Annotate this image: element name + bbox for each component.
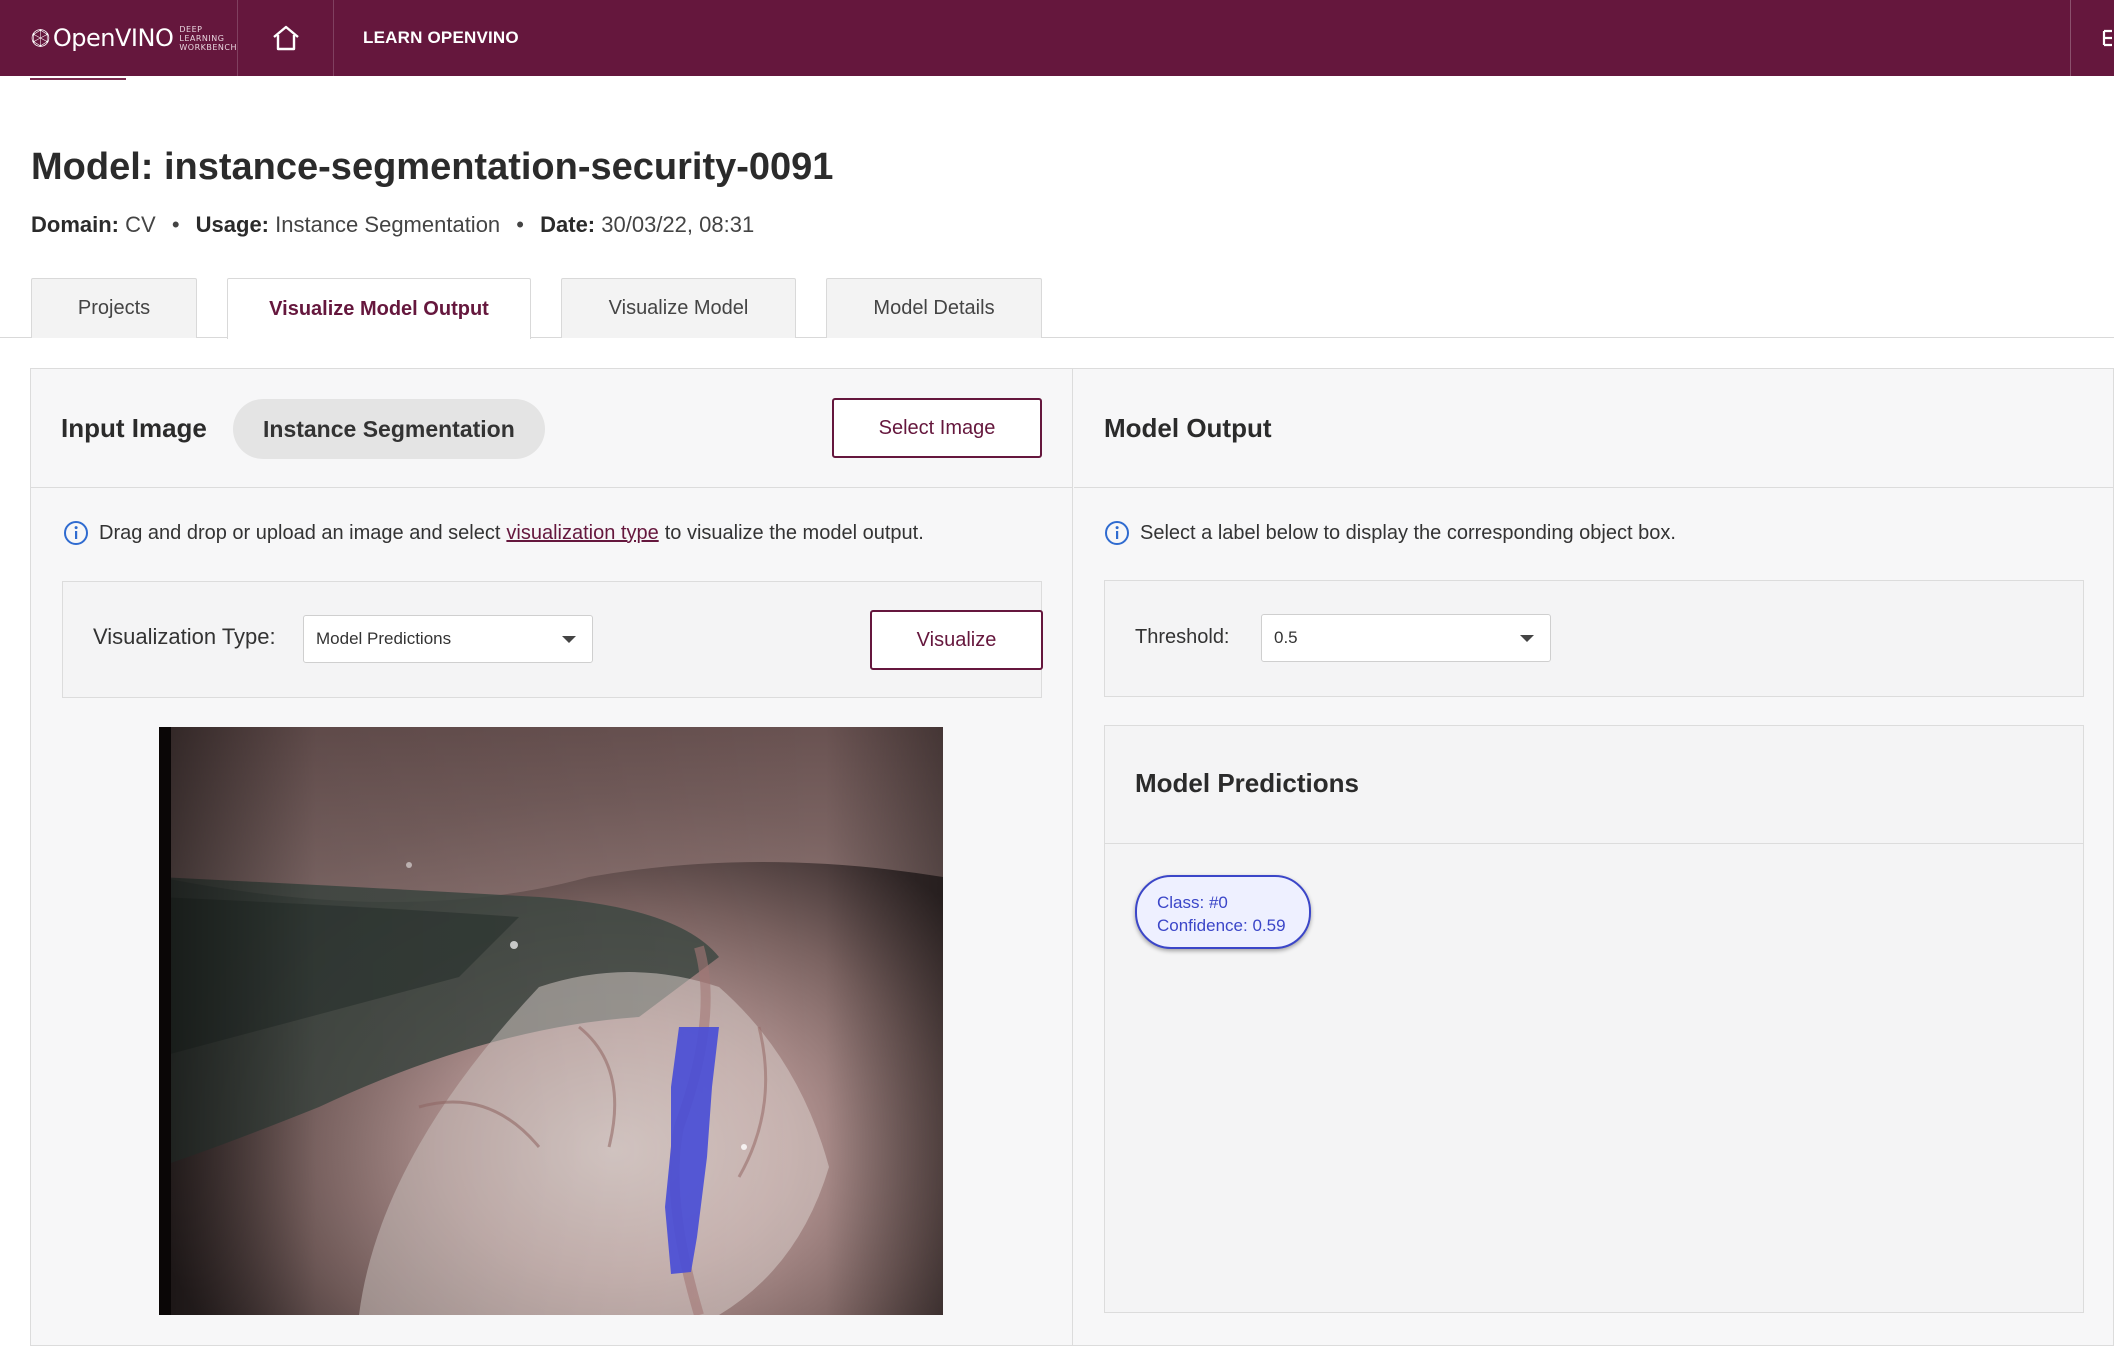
info-circle-icon [1105,521,1129,545]
info-circle-icon [64,521,88,545]
expand-icon[interactable] [2100,23,2114,53]
input-image-section: Input Image Instance Segmentation Select… [31,369,1073,1345]
domain-label: Domain: [31,212,119,237]
output-info-text: Select a label below to display the corr… [1140,521,1676,544]
top-app-bar: OpenVINO DEEP LEARNING WORKBENCH LEARN O… [0,0,2114,76]
prediction-class: Class: #0 [1157,893,1228,912]
brand-subtitle: DEEP LEARNING WORKBENCH [179,25,237,52]
home-button[interactable] [238,0,334,76]
brand-subtitle-line2: WORKBENCH [179,42,237,52]
breadcrumb [30,76,130,82]
caret-down-icon [562,636,576,643]
threshold-label: Threshold: [1135,626,1230,648]
input-image-preview[interactable] [159,727,943,1315]
prediction-chip[interactable]: Class: #0 Confidence: 0.59 [1135,875,1311,949]
date-label: Date: [540,212,596,237]
tab-model-details[interactable]: Model Details [826,278,1042,338]
meta-separator: • [516,212,524,237]
model-tabs: Projects Visualize Model Output Visualiz… [0,278,2114,339]
visualize-button[interactable]: Visualize [870,610,1043,670]
model-output-header: Model Output [1074,369,2114,488]
openvino-logo-icon [31,29,50,47]
domain-value: CV [125,212,156,237]
brand-name: OpenVINO [52,24,174,52]
select-image-button[interactable]: Select Image [832,398,1042,458]
predictions-list: Class: #0 Confidence: 0.59 [1105,845,2083,1305]
visualization-type-label: Visualization Type: [93,624,276,649]
visualization-type-value: Model Predictions [316,629,452,648]
input-image-header: Input Image Instance Segmentation Select… [31,369,1072,488]
caret-down-icon [1520,635,1534,642]
tab-projects[interactable]: Projects [31,278,197,338]
info-text-suffix: to visualize the model output. [664,521,924,544]
model-predictions-card: Model Predictions Class: #0 Confidence: … [1104,725,2084,1313]
visualization-type-link[interactable]: visualization type [506,522,658,545]
surgical-scene-image [159,727,943,1315]
breadcrumb-link-underline[interactable] [30,78,126,80]
prediction-confidence: Confidence: 0.59 [1157,916,1286,935]
visualization-type-select[interactable]: Model Predictions [303,615,593,663]
model-meta: Domain: CV • Usage: Instance Segmentatio… [31,212,754,238]
home-icon [272,25,299,51]
page-title: Model: instance-segmentation-security-00… [31,146,834,188]
model-output-title: Model Output [1104,413,1272,443]
topbar-overflow-area [2070,0,2114,76]
threshold-value: 0.5 [1274,628,1298,647]
brand-logo[interactable]: OpenVINO DEEP LEARNING WORKBENCH [0,0,238,76]
info-text-prefix: Drag and drop or upload an image and sel… [99,521,501,544]
output-info-message: Select a label below to display the corr… [1104,520,1676,546]
threshold-select[interactable]: 0.5 [1261,614,1551,662]
tab-visualize-model[interactable]: Visualize Model [561,278,796,338]
visualization-settings: Visualization Type: Model Predictions Vi… [62,581,1043,698]
threshold-settings: Threshold: 0.5 [1104,580,2084,697]
input-image-title: Input Image [61,413,207,443]
learn-openvino-link[interactable]: LEARN OPENVINO [363,28,519,48]
visualization-panel: Input Image Instance Segmentation Select… [30,368,2114,1346]
model-predictions-title: Model Predictions [1135,768,1359,798]
task-type-chip: Instance Segmentation [233,399,545,459]
date-value: 30/03/22, 08:31 [601,212,755,237]
tab-visualize-model-output[interactable]: Visualize Model Output [227,278,531,339]
input-info-message: Drag and drop or upload an image and sel… [63,520,924,546]
meta-separator: • [171,212,180,237]
model-output-section: Model Output Select a label below to dis… [1074,369,2114,1345]
brand-subtitle-line1: DEEP LEARNING [179,24,225,43]
usage-value: Instance Segmentation [275,212,501,237]
model-predictions-header: Model Predictions [1105,726,2083,844]
usage-label: Usage: [195,212,269,237]
